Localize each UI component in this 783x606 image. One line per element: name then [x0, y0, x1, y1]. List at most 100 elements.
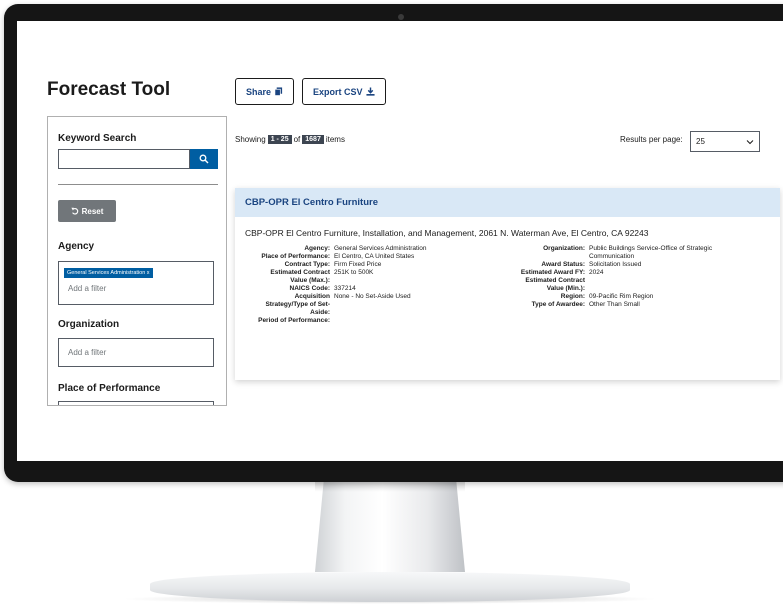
detail-label: Strategy/Type of Set- — [265, 301, 330, 308]
copy-icon — [274, 87, 283, 96]
detail-value — [330, 309, 480, 317]
detail-row: Organization: Public Buildings Service-Of… — [480, 245, 735, 253]
detail-label: Value (Max.): — [290, 277, 330, 284]
organization-filter-box[interactable]: Add a filter — [58, 338, 214, 367]
agency-filter-placeholder: Add a filter — [68, 284, 107, 293]
share-button[interactable]: Share — [235, 78, 295, 105]
detail-value — [585, 277, 735, 285]
card-description: CBP-OPR El Centro Furniture, Installatio… — [245, 228, 649, 238]
detail-label: Type of Awardee: — [531, 301, 585, 308]
detail-row: NAICS Code: 337214 — [235, 285, 480, 293]
detail-row: Estimated Award FY: 2024 — [480, 269, 735, 277]
detail-row: Estimated Contract — [480, 277, 735, 285]
toolbar: Share Export CSV — [235, 78, 386, 105]
detail-label: Award Status: — [541, 261, 585, 268]
showing-prefix: Showing — [235, 135, 266, 144]
detail-label: Contract Type: — [284, 261, 330, 268]
place-of-performance-heading: Place of Performance — [58, 383, 161, 394]
results-summary: Showing 1 - 25 of 1687 items — [235, 135, 345, 144]
range-badge: 1 - 25 — [267, 135, 292, 144]
organization-filter-placeholder: Add a filter — [68, 348, 107, 357]
detail-row: Agency: General Services Administration — [235, 245, 480, 253]
detail-value — [330, 301, 480, 309]
detail-row: Region: 09-Pacific Rim Region — [480, 293, 735, 301]
detail-label: Organization: — [543, 245, 585, 252]
device-scene: Forecast Tool Share Export CSV Keyword S… — [0, 0, 783, 606]
card-left-details: Agency: General Services Administration Pl… — [235, 245, 480, 325]
total-badge: 1687 — [302, 135, 324, 144]
card-right-details: Organization: Public Buildings Service-Of… — [480, 245, 735, 309]
detail-label: Agency: — [304, 245, 330, 252]
detail-label: Acquisition — [294, 293, 330, 300]
detail-row: Strategy/Type of Set- — [235, 301, 480, 309]
detail-label: Period of Performance: — [258, 317, 330, 324]
monitor-screen: Forecast Tool Share Export CSV Keyword S… — [17, 21, 783, 461]
detail-row: Contract Type: Firm Fixed Price — [235, 261, 480, 269]
export-label: Export CSV — [313, 86, 363, 97]
monitor-stand-base — [150, 572, 630, 602]
detail-value: El Centro, CA United States — [334, 253, 415, 260]
forecast-card: CBP-OPR El Centro Furniture CBP-OPR El C… — [235, 188, 780, 380]
detail-row: Place of Performance: El Centro, CA Unite… — [235, 253, 480, 261]
detail-label: NAICS Code: — [289, 285, 330, 292]
export-csv-button[interactable]: Export CSV — [302, 78, 386, 105]
card-title[interactable]: CBP-OPR El Centro Furniture — [235, 188, 780, 217]
detail-label: Place of Performance: — [261, 253, 330, 260]
detail-row: Acquisition None - No Set-Aside Used — [235, 293, 480, 301]
detail-label: Value (Min.): — [546, 285, 585, 292]
detail-value: General Services Administration — [334, 245, 427, 252]
reset-button[interactable]: Reset — [58, 200, 116, 222]
results-per-page-label: Results per page: — [620, 135, 683, 144]
detail-value — [330, 317, 480, 325]
detail-row: Aside: — [235, 309, 480, 317]
detail-row: Award Status: Solicitation Issued — [480, 261, 735, 269]
detail-value: Firm Fixed Price — [334, 261, 382, 268]
place-filter-box[interactable] — [58, 401, 214, 405]
detail-value — [330, 277, 480, 285]
filter-panel: Keyword Search Reset Agency General Serv… — [47, 116, 227, 406]
detail-row: Estimated Contract 251K to 500K — [235, 269, 480, 277]
items-label: items — [325, 135, 345, 144]
chevron-down-icon — [746, 139, 754, 144]
organization-heading: Organization — [58, 319, 120, 330]
detail-row: Communication — [480, 253, 735, 261]
keyword-search-heading: Keyword Search — [58, 133, 137, 144]
undo-icon — [70, 207, 78, 215]
page-title: Forecast Tool — [47, 79, 171, 100]
search-icon — [199, 154, 209, 164]
of-label: of — [293, 135, 301, 144]
detail-label: Estimated Contract — [525, 277, 585, 284]
detail-value — [585, 285, 735, 293]
results-per-page-value: 25 — [696, 137, 705, 146]
detail-value: 09-Pacific Rim Region — [589, 293, 654, 300]
detail-row: Period of Performance: — [235, 317, 480, 325]
detail-row: Type of Awardee: Other Than Small — [480, 301, 735, 309]
detail-value: Communication — [589, 253, 635, 260]
detail-label: Aside: — [310, 309, 330, 316]
search-button[interactable] — [190, 149, 218, 169]
detail-value: Solicitation Issued — [589, 261, 642, 268]
agency-heading: Agency — [58, 241, 95, 252]
agency-filter-box[interactable]: General Services Administration x Add a … — [58, 261, 214, 305]
detail-value: Public Buildings Service-Office of Strat… — [589, 245, 713, 252]
camera-dot — [398, 14, 404, 20]
detail-label: Region: — [560, 293, 585, 300]
filter-divider — [58, 184, 218, 185]
detail-value: None - No Set-Aside Used — [334, 293, 411, 300]
detail-row: Value (Max.): — [235, 277, 480, 285]
detail-label: Estimated Contract — [270, 269, 330, 276]
detail-label — [480, 253, 585, 261]
results-per-page-select[interactable]: 25 — [690, 131, 760, 152]
detail-value: 337214 — [334, 285, 356, 292]
detail-value: Other Than Small — [589, 301, 640, 308]
detail-value: 2024 — [589, 269, 604, 276]
share-label: Share — [246, 86, 272, 97]
keyword-search-input[interactable] — [58, 149, 190, 169]
detail-value: 251K to 500K — [334, 269, 374, 276]
monitor-stand-neck — [315, 478, 465, 572]
detail-row: Value (Min.): — [480, 285, 735, 293]
download-icon — [365, 87, 375, 96]
reset-label: Reset — [81, 206, 104, 216]
agency-chip[interactable]: General Services Administration x — [64, 268, 153, 278]
detail-label: Estimated Award FY: — [520, 269, 585, 276]
